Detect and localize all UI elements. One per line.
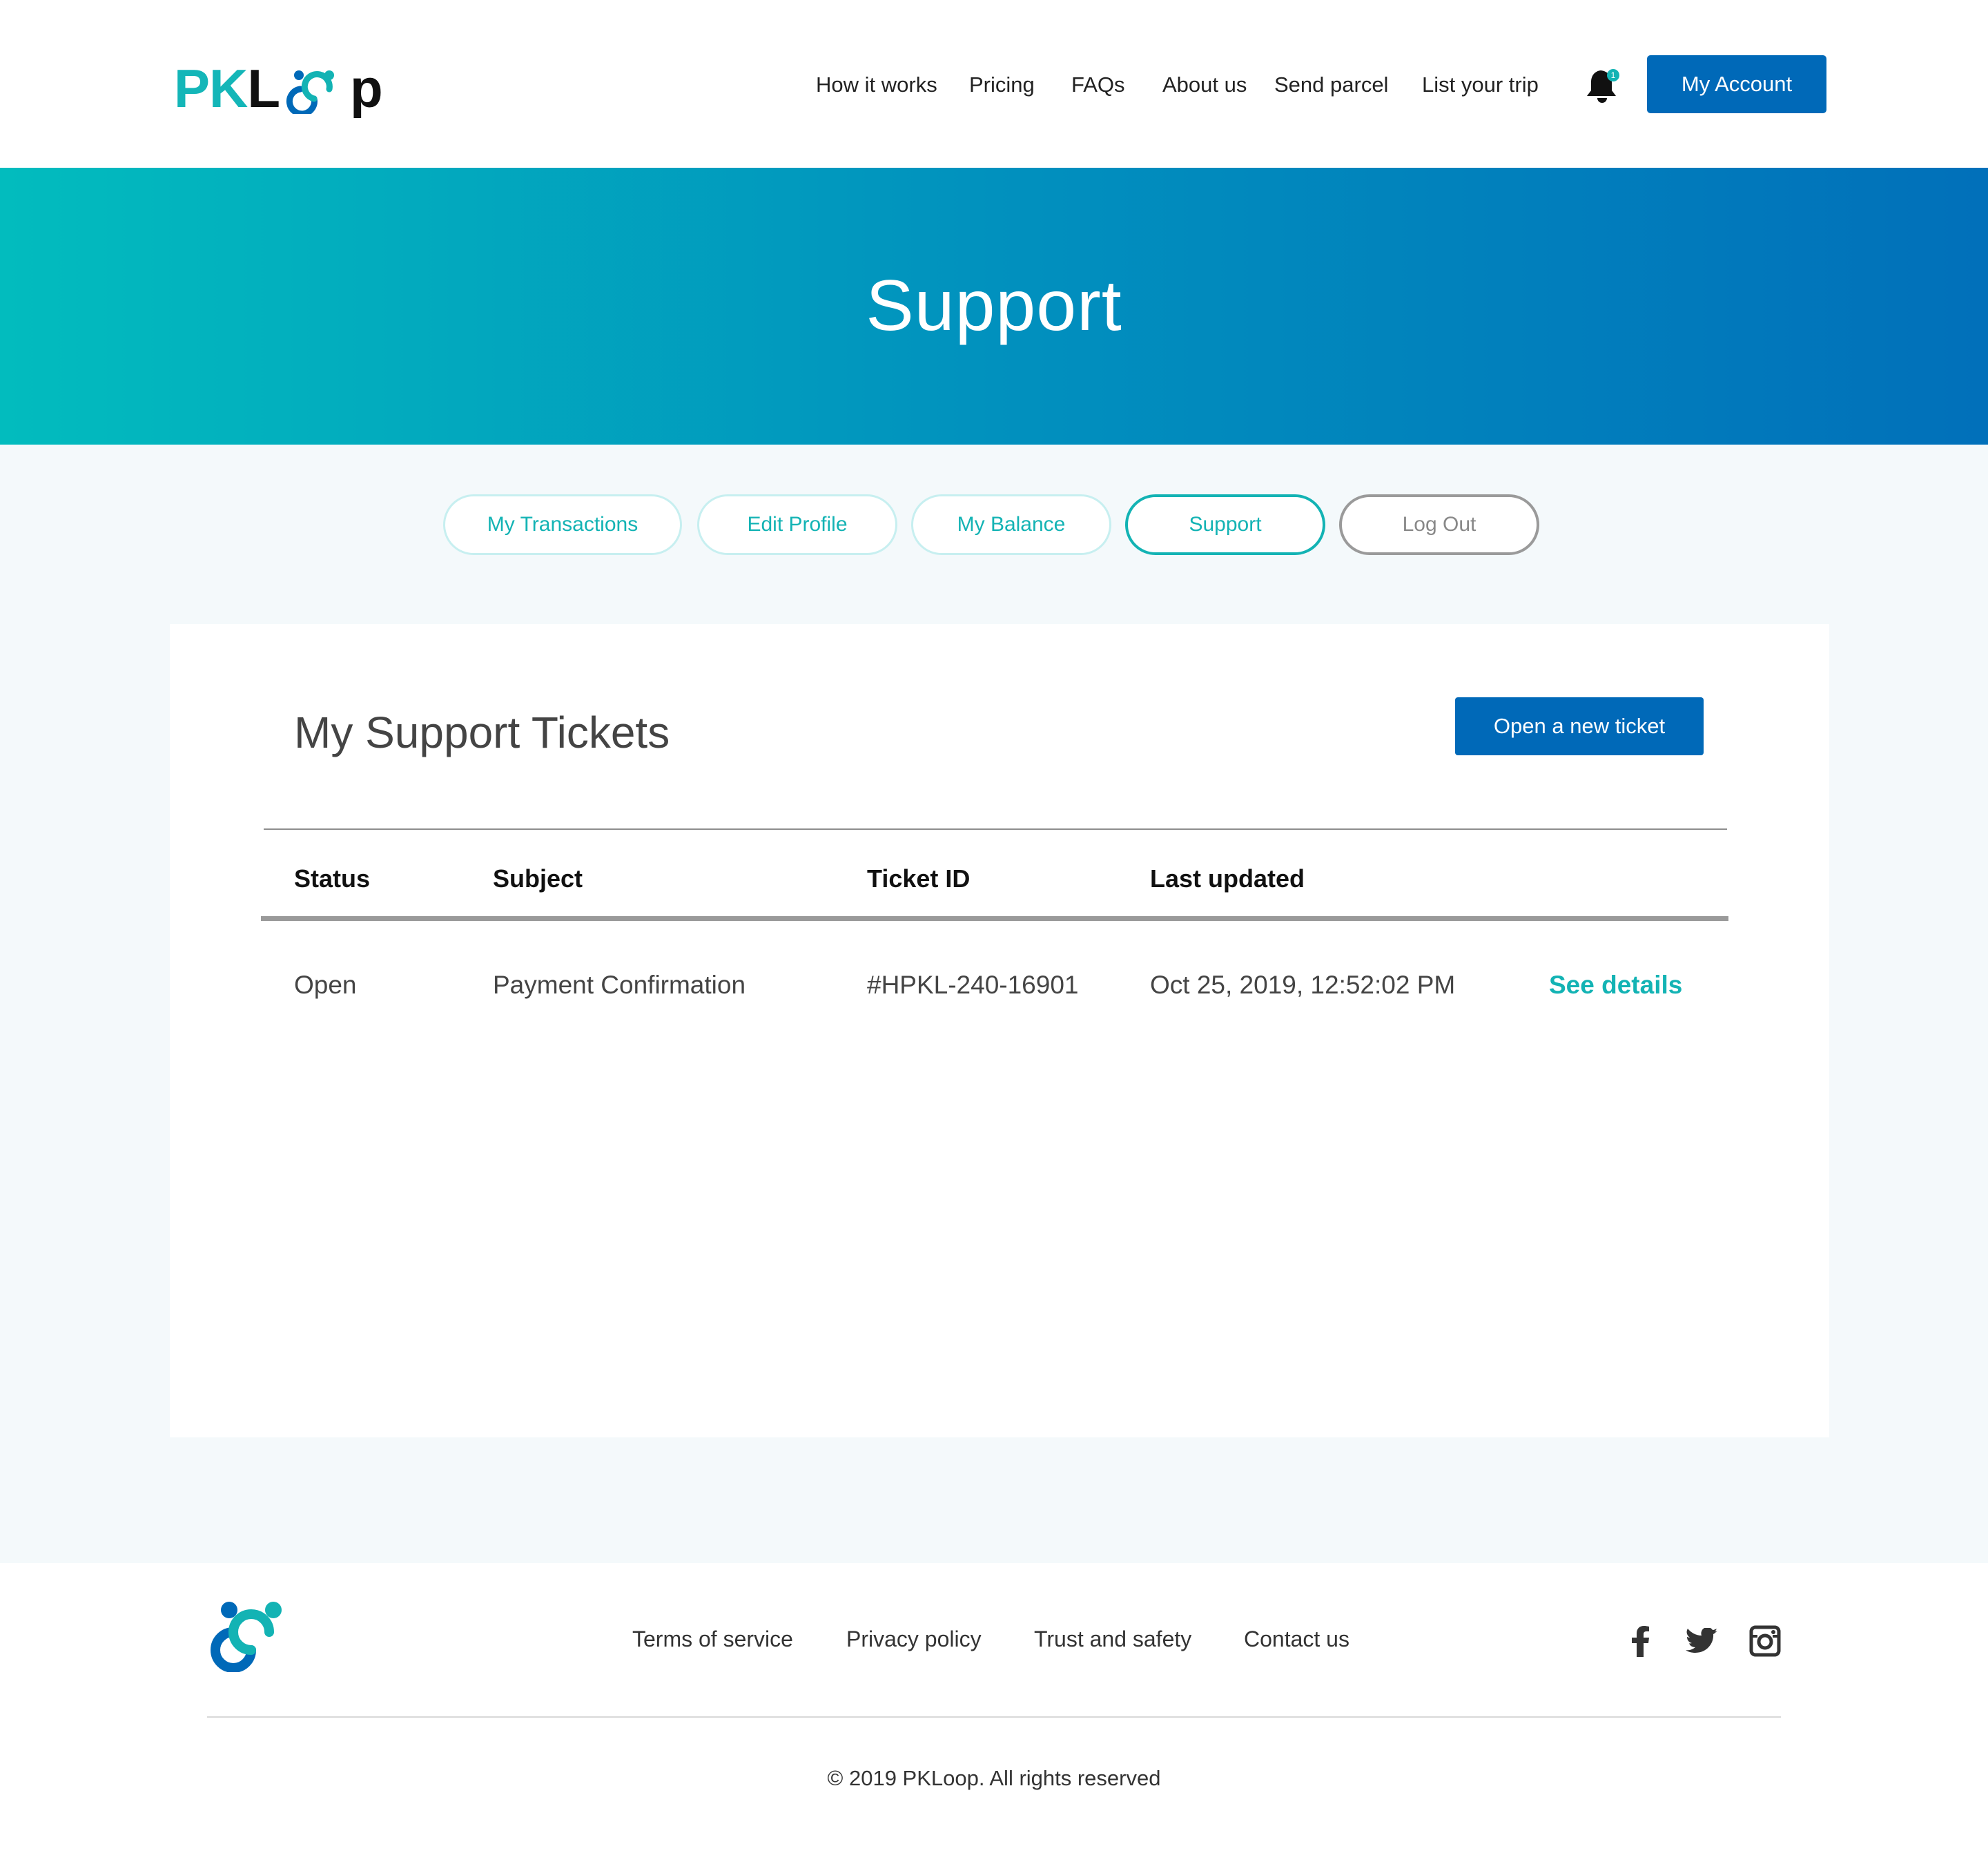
nav-pricing[interactable]: Pricing bbox=[969, 72, 1035, 97]
pkloop-logo[interactable]: PK L p bbox=[174, 55, 383, 122]
footer-link-terms[interactable]: Terms of service bbox=[632, 1627, 793, 1652]
notification-count: 1 bbox=[1611, 70, 1616, 80]
footer-link-contact[interactable]: Contact us bbox=[1244, 1627, 1349, 1652]
tab-log-out[interactable]: Log Out bbox=[1339, 494, 1539, 555]
open-new-ticket-button[interactable]: Open a new ticket bbox=[1455, 697, 1704, 755]
table-header-divider bbox=[261, 916, 1728, 921]
facebook-icon[interactable] bbox=[1624, 1624, 1658, 1658]
instagram-icon[interactable] bbox=[1748, 1624, 1782, 1658]
section-title: My Support Tickets bbox=[294, 708, 670, 757]
page-title: Support bbox=[866, 266, 1122, 346]
my-account-button[interactable]: My Account bbox=[1647, 55, 1826, 113]
column-header-status: Status bbox=[294, 864, 371, 893]
ticket-last-updated: Oct 25, 2019, 12:52:02 PM bbox=[1150, 971, 1456, 999]
table-top-divider bbox=[264, 828, 1727, 830]
logo-loop-mark-icon bbox=[286, 70, 335, 114]
notification-bell-icon[interactable]: 1 bbox=[1585, 66, 1619, 106]
nav-about-us[interactable]: About us bbox=[1162, 72, 1247, 97]
footer-link-trust[interactable]: Trust and safety bbox=[1034, 1627, 1191, 1652]
logo-pk-text: PK bbox=[174, 58, 248, 119]
nav-how-it-works[interactable]: How it works bbox=[816, 72, 937, 97]
nav-send-parcel[interactable]: Send parcel bbox=[1274, 72, 1388, 97]
tab-edit-profile[interactable]: Edit Profile bbox=[697, 494, 897, 555]
site-header: PK L p How it works Pricing FAQs About u… bbox=[0, 0, 1988, 168]
tab-my-balance[interactable]: My Balance bbox=[911, 494, 1111, 555]
tab-my-transactions[interactable]: My Transactions bbox=[443, 494, 682, 555]
site-footer: Terms of service Privacy policy Trust an… bbox=[0, 1563, 1988, 1853]
see-details-link[interactable]: See details bbox=[1549, 971, 1682, 1000]
logo-l-text: L bbox=[247, 58, 280, 119]
column-header-ticket-id: Ticket ID bbox=[867, 864, 971, 893]
nav-list-your-trip[interactable]: List your trip bbox=[1422, 72, 1539, 97]
ticket-status: Open bbox=[294, 971, 357, 999]
footer-divider bbox=[207, 1716, 1781, 1718]
column-header-last-updated: Last updated bbox=[1150, 864, 1305, 893]
account-tabs: My Transactions Edit Profile My Balance … bbox=[0, 494, 1988, 555]
tab-support[interactable]: Support bbox=[1125, 494, 1325, 555]
hero-banner: Support bbox=[0, 168, 1988, 445]
ticket-id: #HPKL-240-16901 bbox=[867, 971, 1079, 999]
column-header-subject: Subject bbox=[493, 864, 583, 893]
support-tickets-card: My Support Tickets Open a new ticket Sta… bbox=[170, 624, 1829, 1437]
logo-p-text: p bbox=[350, 58, 383, 119]
twitter-icon[interactable] bbox=[1684, 1624, 1719, 1658]
footer-link-privacy[interactable]: Privacy policy bbox=[846, 1627, 982, 1652]
footer-logo-icon[interactable] bbox=[206, 1600, 297, 1672]
ticket-subject: Payment Confirmation bbox=[493, 971, 746, 999]
copyright-text: © 2019 PKLoop. All rights reserved bbox=[827, 1766, 1161, 1790]
nav-faqs[interactable]: FAQs bbox=[1071, 72, 1125, 97]
